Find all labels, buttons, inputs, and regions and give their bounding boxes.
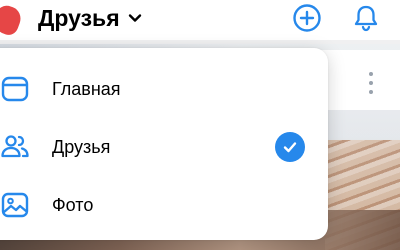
- section-dropdown-menu: Главная Друзья Фото: [0, 48, 328, 240]
- menu-item-main[interactable]: Главная: [0, 60, 328, 118]
- selected-check-icon: [275, 132, 305, 162]
- app-logo: [0, 2, 25, 38]
- picture-icon: [1, 192, 29, 218]
- menu-item-label: Друзья: [52, 136, 111, 157]
- bell-icon[interactable]: [352, 3, 380, 33]
- menu-item-label: Фото: [52, 194, 94, 215]
- plus-circle-icon[interactable]: [292, 3, 322, 33]
- more-options-icon[interactable]: [364, 72, 378, 94]
- section-switcher[interactable]: Друзья: [38, 4, 142, 32]
- home-screen-icon: [1, 76, 29, 102]
- users-icon: [1, 135, 29, 158]
- menu-item-photo[interactable]: Фото: [0, 176, 328, 234]
- chevron-down-icon: [128, 14, 141, 22]
- menu-item-friends[interactable]: Друзья: [0, 118, 328, 176]
- top-bar: Друзья: [0, 0, 400, 40]
- page-title: Друзья: [38, 4, 120, 31]
- menu-item-label: Главная: [52, 78, 121, 99]
